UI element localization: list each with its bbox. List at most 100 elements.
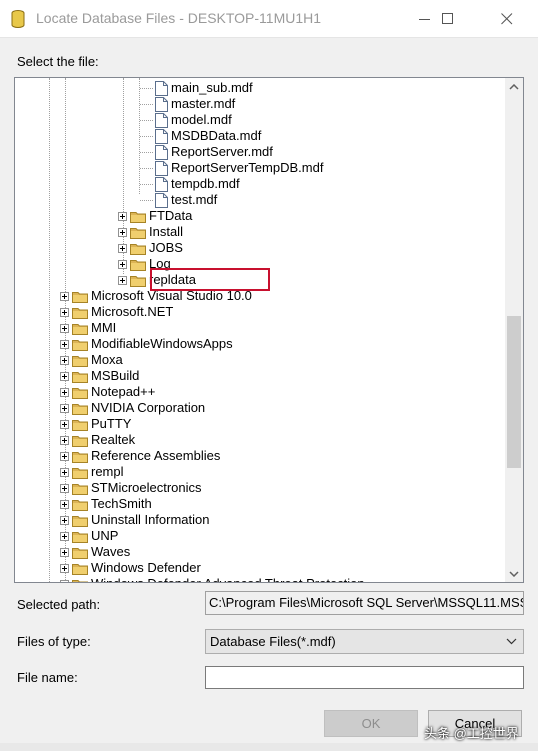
expand-toggle[interactable] [60,547,69,557]
tree-item-label: Log [149,256,171,271]
file-icon [155,128,168,144]
files-of-type-select[interactable]: Database Files(*.mdf) [205,629,524,654]
expand-toggle[interactable] [118,275,127,285]
tree-guide-line [140,168,153,169]
tree-folder-item[interactable]: MSBuild [60,368,139,384]
file-icon [155,80,168,96]
expand-toggle[interactable] [60,403,69,413]
tree-folder-item[interactable]: STMicroelectronics [60,480,202,496]
expand-toggle[interactable] [118,243,127,253]
tree-folder-item[interactable]: Windows Defender [60,560,201,576]
tree-file-item[interactable]: ReportServerTempDB.mdf [155,160,323,176]
tree-folder-item[interactable]: Notepad++ [60,384,155,400]
tree-folder-item[interactable]: Reference Assemblies [60,448,220,464]
vertical-scrollbar[interactable] [505,78,523,582]
folder-icon [72,515,88,527]
scroll-down-button[interactable] [505,565,523,582]
tree-guide-line [140,152,153,153]
title-bar: Locate Database Files - DESKTOP-11MU1H1 [0,0,538,38]
tree-item-label: MMI [91,320,117,335]
expand-toggle[interactable] [60,387,69,397]
folder-icon [130,227,146,239]
tree-folder-item[interactable]: TechSmith [60,496,152,512]
ok-button[interactable]: OK [324,710,418,737]
selected-path-field[interactable]: C:\Program Files\Microsoft SQL Server\MS… [205,591,524,615]
tree-guide-line [140,136,153,137]
tree-folder-item[interactable]: Microsoft.NET [60,304,173,320]
tree-item-label: rempl [91,464,124,479]
tree-folder-item[interactable]: ModifiableWindowsApps [60,336,233,352]
expand-toggle[interactable] [60,483,69,493]
tree-folder-item[interactable]: PuTTY [60,416,131,432]
tree-folder-item[interactable]: MMI [60,320,116,336]
expand-toggle[interactable] [60,355,69,365]
expand-toggle[interactable] [60,531,69,541]
tree-guide-line [140,120,153,121]
tree-folder-item[interactable]: NVIDIA Corporation [60,400,205,416]
tree-folder-item[interactable]: Log [118,256,171,272]
expand-toggle[interactable] [60,499,69,509]
expand-toggle[interactable] [60,467,69,477]
folder-icon [72,291,88,303]
tree-folder-item[interactable]: FTData [118,208,192,224]
tree-file-item[interactable]: main_sub.mdf [155,80,253,96]
chevron-up-icon [509,83,519,90]
expand-toggle[interactable] [60,323,69,333]
tree-file-item[interactable]: master.mdf [155,96,235,112]
folder-icon [72,435,88,447]
folder-icon [72,371,88,383]
tree-file-item[interactable]: MSDBData.mdf [155,128,261,144]
file-icon [155,192,168,208]
tree-item-label: ReportServerTempDB.mdf [171,160,324,175]
tree-item-label: STMicroelectronics [91,480,202,495]
expand-toggle[interactable] [60,371,69,381]
tree-item-label: ReportServer.mdf [171,144,273,159]
tree-file-item[interactable]: ReportServer.mdf [155,144,273,160]
tree-file-item[interactable]: test.mdf [155,192,217,208]
scroll-up-button[interactable] [505,78,523,95]
maximize-button[interactable] [425,0,471,38]
tree-item-label: master.mdf [171,96,236,111]
tree-item-label: Moxa [91,352,123,367]
tree-folder-item[interactable]: UNP [60,528,118,544]
expand-toggle[interactable] [60,515,69,525]
tree-folder-item[interactable]: repldata [118,272,196,288]
file-tree[interactable]: main_sub.mdf master.mdf model.mdf MSDBData.… [14,77,524,583]
folder-icon [130,275,146,287]
tree-folder-item[interactable]: rempl [60,464,124,480]
expand-toggle[interactable] [60,339,69,349]
tree-file-item[interactable]: model.mdf [155,112,232,128]
expand-toggle[interactable] [118,211,127,221]
expand-toggle[interactable] [60,435,69,445]
scroll-thumb[interactable] [507,316,521,468]
tree-content: main_sub.mdf master.mdf model.mdf MSDBData.… [15,78,505,582]
tree-folder-item[interactable]: Realtek [60,432,135,448]
tree-folder-item[interactable]: Waves [60,544,130,560]
tree-item-label: PuTTY [91,416,132,431]
close-button[interactable] [484,0,530,38]
file-name-input[interactable] [205,666,524,689]
tree-folder-item[interactable]: Uninstall Information [60,512,210,528]
tree-folder-item[interactable]: Windows Defender Advanced Threat Protect… [60,576,365,582]
maximize-icon [442,13,453,24]
expand-toggle[interactable] [60,307,69,317]
expand-toggle[interactable] [60,419,69,429]
tree-folder-item[interactable]: Microsoft Visual Studio 10.0 [60,288,252,304]
expand-toggle[interactable] [60,291,69,301]
expand-toggle[interactable] [118,259,127,269]
selected-path-label: Selected path: [17,597,101,612]
expand-toggle[interactable] [60,451,69,461]
tree-file-item[interactable]: tempdb.mdf [155,176,240,192]
tree-folder-item[interactable]: JOBS [118,240,183,256]
expand-toggle[interactable] [60,579,69,582]
file-icon [155,176,168,192]
folder-icon [72,467,88,479]
tree-item-label: UNP [91,528,119,543]
tree-folder-item[interactable]: Moxa [60,352,123,368]
tree-item-label: main_sub.mdf [171,80,253,95]
expand-toggle[interactable] [60,563,69,573]
expand-toggle[interactable] [118,227,127,237]
tree-folder-item[interactable]: Install [118,224,183,240]
tree-guide-line [140,104,153,105]
tree-item-label: Notepad++ [91,384,156,399]
